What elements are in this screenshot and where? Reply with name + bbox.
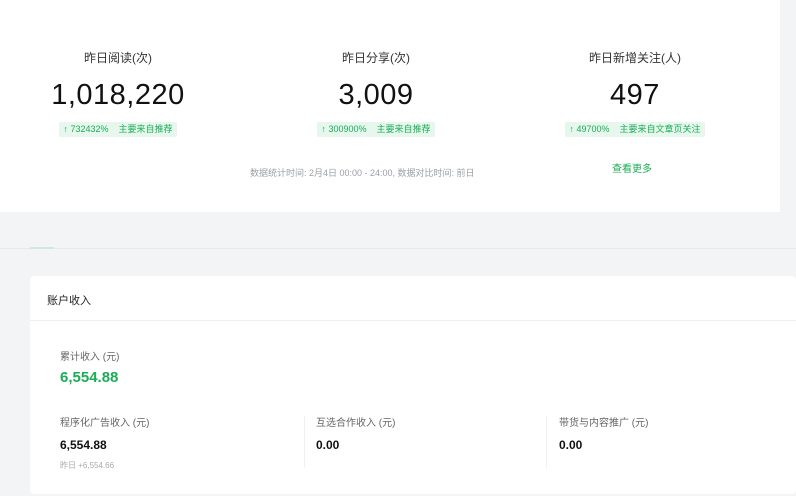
income-item-label: 带货与内容推广 (元) — [559, 418, 649, 429]
income-item-label: 程序化广告收入 (元) — [60, 418, 150, 429]
income-item-programmatic-ads: 程序化广告收入 (元) 6,554.88 昨日 +6,554.66 — [60, 414, 149, 471]
tab-divider — [0, 248, 796, 249]
stat-value: 1,018,220 — [51, 79, 185, 111]
trend-percent: ↑ 300900% — [321, 124, 367, 134]
income-item-value: 6,554.88 — [60, 438, 107, 452]
income-item-value: 0.00 — [559, 438, 583, 452]
income-item-mutual-cooperation: 互选合作收入 (元) 0.00 — [316, 414, 395, 452]
view-more-link[interactable]: 查看更多 — [612, 160, 652, 175]
divider — [304, 416, 305, 468]
trend-source: 主要来自推荐 — [376, 124, 431, 134]
income-item-value: 0.00 — [316, 438, 340, 452]
stat-trend-badge: ↑ 300900% 主要来自推荐 — [317, 122, 435, 137]
stat-label: 昨日阅读(次) — [84, 51, 152, 65]
stat-reads: 昨日阅读(次) 1,018,220 ↑ 732432% 主要来自推荐 — [0, 50, 248, 137]
income-item-content-promotion: 带货与内容推广 (元) 0.00 — [559, 414, 648, 452]
stat-value: 497 — [610, 79, 660, 111]
trend-percent: ↑ 732432% — [63, 124, 109, 134]
stat-new-followers: 昨日新增关注(人) 497 ↑ 49700% 主要来自文章页关注 — [505, 50, 765, 137]
trend-percent: ↑ 49700% — [569, 124, 610, 134]
total-income-value: 6,554.88 — [60, 369, 119, 386]
total-income-label: 累计收入 (元) — [60, 352, 120, 363]
data-time-note: 数据统计时间: 2月4日 00:00 - 24:00, 数据对比时间: 前日 — [250, 168, 475, 178]
tab-active-indicator — [30, 247, 54, 249]
stat-label: 昨日分享(次) — [342, 51, 410, 65]
stat-trend-badge: ↑ 732432% 主要来自推荐 — [59, 122, 177, 137]
income-item-yesterday: 昨日 +6,554.66 — [60, 461, 115, 470]
stat-label: 昨日新增关注(人) — [589, 51, 681, 65]
overview-card: 昨日阅读(次) 1,018,220 ↑ 732432% 主要来自推荐 昨日分享(次… — [0, 0, 780, 212]
divider — [546, 416, 547, 468]
account-income-card: 账户收入 累计收入 (元) 6,554.88 程序化广告收入 (元) 6,554… — [30, 276, 796, 494]
income-item-label: 互选合作收入 (元) — [316, 418, 396, 429]
trend-source: 主要来自推荐 — [118, 124, 173, 134]
stat-shares: 昨日分享(次) 3,009 ↑ 300900% 主要来自推荐 — [246, 50, 506, 137]
trend-source: 主要来自文章页关注 — [619, 124, 701, 134]
divider — [30, 320, 796, 321]
income-title: 账户收入 — [47, 295, 91, 307]
stat-trend-badge: ↑ 49700% 主要来自文章页关注 — [565, 122, 705, 137]
stat-value: 3,009 — [338, 79, 414, 111]
